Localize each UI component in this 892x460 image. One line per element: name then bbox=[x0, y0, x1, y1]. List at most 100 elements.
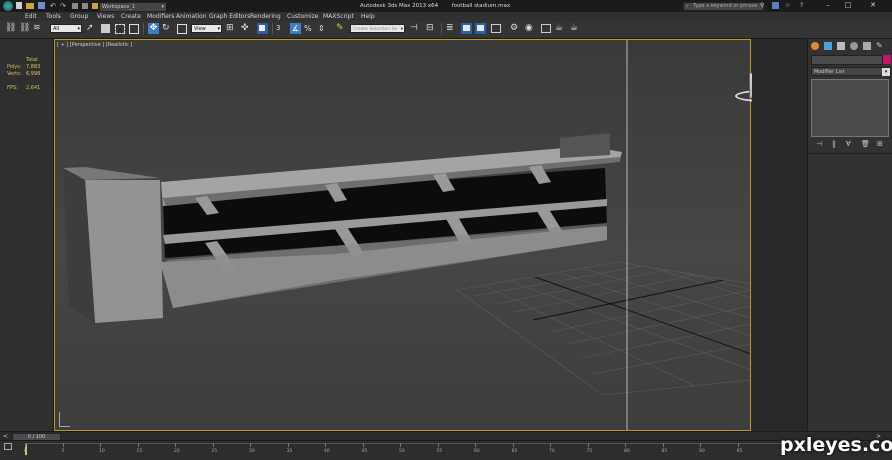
create-tab-icon[interactable] bbox=[811, 42, 819, 50]
undo-icon[interactable]: ↶ bbox=[50, 2, 56, 10]
fetch-icon[interactable] bbox=[82, 3, 88, 9]
open-file-icon[interactable] bbox=[26, 3, 34, 9]
select-and-rotate-icon[interactable]: ↻ bbox=[162, 23, 173, 34]
modify-tab-icon[interactable] bbox=[824, 42, 832, 50]
spinner-snap-icon[interactable]: ⇕ bbox=[318, 23, 329, 34]
track-bar-tick-label: 80 bbox=[624, 449, 630, 454]
render-production-icon[interactable]: ☕ bbox=[570, 23, 581, 34]
rendered-frame-window-icon[interactable]: ☕ bbox=[555, 23, 566, 34]
menu-item-maxscript[interactable]: MAXScript bbox=[323, 12, 354, 21]
motion-tab-icon[interactable] bbox=[850, 42, 858, 50]
stats-header: Total bbox=[26, 57, 38, 63]
object-name-field[interactable] bbox=[811, 55, 883, 65]
search-input[interactable]: ⌕ Type a keyword or phrase bbox=[683, 2, 764, 11]
remove-modifier-icon[interactable]: 🗑 bbox=[861, 140, 870, 148]
help-icon[interactable]: ? bbox=[800, 2, 803, 10]
bind-to-space-warp-icon[interactable]: ≋ bbox=[33, 23, 44, 34]
reference-coordinate-value: View bbox=[194, 26, 206, 32]
maximize-icon[interactable]: □ bbox=[840, 1, 856, 10]
command-panel-tabs: ✎ bbox=[808, 41, 892, 53]
track-bar-tick-label: 85 bbox=[661, 449, 668, 454]
save-file-icon[interactable] bbox=[38, 2, 45, 9]
communication-center-icon[interactable]: ☆ bbox=[785, 2, 790, 10]
menu-item-create[interactable]: Create bbox=[121, 12, 141, 21]
new-file-icon[interactable] bbox=[16, 2, 22, 9]
snaps-toggle-icon[interactable]: 3 bbox=[276, 23, 287, 34]
named-selection-placeholder: Create Selection Se bbox=[353, 27, 398, 32]
schematic-view-icon[interactable]: ⚙ bbox=[510, 23, 521, 34]
track-bar-tick bbox=[437, 443, 439, 447]
make-unique-icon[interactable]: ∀ bbox=[846, 140, 851, 148]
scene-explorer-icon[interactable] bbox=[461, 23, 472, 34]
close-icon[interactable]: ✕ bbox=[860, 1, 886, 10]
hierarchy-tab-icon[interactable] bbox=[837, 42, 845, 50]
selection-filter-dropdown[interactable]: All ▾ bbox=[50, 24, 82, 33]
render-setup-icon[interactable] bbox=[540, 23, 551, 34]
menu-item-views[interactable]: Views bbox=[97, 12, 114, 21]
subscription-icon[interactable] bbox=[772, 2, 779, 9]
viewport-stats: Total Polys: 7,883 Verts: 6,998 FPS: 2,6… bbox=[7, 57, 47, 92]
reference-coordinate-dropdown[interactable]: View ▾ bbox=[191, 24, 222, 33]
open-mini-curve-editor-icon[interactable] bbox=[4, 443, 12, 450]
menu-item-edit[interactable]: Edit bbox=[25, 12, 37, 21]
pivot-center-icon[interactable]: ⊞ bbox=[226, 23, 237, 34]
track-bar-tick bbox=[512, 443, 514, 447]
menu-item-help[interactable]: Help bbox=[361, 12, 375, 21]
named-selection-dropdown[interactable]: Create Selection Se ▾ bbox=[350, 24, 405, 33]
select-and-link-icon[interactable]: ⛓ bbox=[5, 23, 16, 34]
edit-named-selection-icon[interactable]: ✎ bbox=[336, 23, 347, 34]
menu-item-graph-editors[interactable]: Graph Editors bbox=[209, 12, 250, 21]
menu-item-tools[interactable]: Tools bbox=[46, 12, 61, 21]
track-bar-tick-label: 50 bbox=[399, 449, 405, 454]
align-icon[interactable]: ⊟ bbox=[426, 23, 437, 34]
percent-snap-icon[interactable]: % bbox=[304, 23, 315, 34]
app-logo-icon[interactable] bbox=[3, 1, 13, 11]
track-bar[interactable]: 0 5 10 15 20 25 30 35 40 45 50 55 60 65 70 75 80 85 90 95 bbox=[0, 440, 892, 460]
object-color-swatch[interactable] bbox=[883, 55, 891, 64]
minimize-icon[interactable]: – bbox=[820, 1, 836, 10]
manage-layers-icon[interactable]: ≣ bbox=[446, 23, 457, 34]
hold-icon[interactable] bbox=[72, 3, 78, 9]
select-by-name-icon[interactable] bbox=[100, 23, 111, 34]
modifier-list-label: Modifier List bbox=[814, 69, 845, 75]
window-crossing-icon[interactable] bbox=[128, 23, 139, 34]
chevron-down-icon: ▾ bbox=[400, 27, 403, 32]
chevron-down-icon: ▾ bbox=[161, 4, 164, 10]
select-and-move-icon[interactable]: ✥ bbox=[148, 23, 159, 34]
rectangular-selection-icon[interactable] bbox=[114, 23, 125, 34]
pin-stack-icon[interactable]: ⊣ bbox=[816, 140, 822, 148]
mirror-icon[interactable]: ⊣ bbox=[410, 23, 421, 34]
material-editor-icon[interactable]: ◉ bbox=[525, 23, 536, 34]
project-folder-icon[interactable] bbox=[92, 3, 98, 9]
curve-editor-icon[interactable] bbox=[490, 23, 501, 34]
workspace-dropdown[interactable]: Workspace_1 ▾ bbox=[99, 2, 167, 12]
angle-snap-icon[interactable]: ∡ bbox=[290, 23, 301, 34]
graphite-tools-icon[interactable] bbox=[475, 23, 486, 34]
menu-item-rendering[interactable]: Rendering bbox=[250, 12, 281, 21]
track-bar-tick bbox=[325, 443, 326, 447]
select-and-manipulate-icon[interactable]: ✜ bbox=[241, 23, 252, 34]
track-bar-tick bbox=[175, 443, 176, 447]
binoculars-icon[interactable]: ⚲ bbox=[760, 2, 764, 10]
utilities-tab-icon[interactable]: ✎ bbox=[876, 41, 883, 51]
configure-modifier-sets-icon[interactable]: ⊞ bbox=[877, 140, 883, 148]
menu-item-modifiers[interactable]: Modifiers bbox=[147, 12, 174, 21]
track-bar-tick bbox=[250, 443, 251, 447]
redo-icon[interactable]: ↷ bbox=[60, 2, 66, 10]
track-bar-tick bbox=[700, 443, 701, 447]
select-and-scale-icon[interactable] bbox=[176, 23, 187, 34]
modifier-list-dropdown[interactable]: Modifier List ▾ bbox=[811, 67, 891, 76]
menu-item-animation[interactable]: Animation bbox=[176, 12, 207, 21]
display-tab-icon[interactable] bbox=[863, 42, 871, 50]
track-bar-tick bbox=[62, 443, 64, 447]
menu-item-group[interactable]: Group bbox=[70, 12, 88, 21]
viewport-label[interactable]: [ + ] [Perspective ] [Realistic ] bbox=[57, 42, 132, 48]
track-bar-tick bbox=[662, 443, 664, 447]
perspective-viewport[interactable]: [ + ] [Perspective ] [Realistic ] Total … bbox=[7, 39, 791, 431]
show-end-result-icon[interactable]: ‖ bbox=[832, 140, 836, 148]
menu-item-customize[interactable]: Customize bbox=[287, 12, 319, 21]
modifier-stack[interactable] bbox=[811, 79, 889, 137]
unlink-icon[interactable]: ⛓ bbox=[19, 23, 30, 34]
keyboard-shortcut-override-icon[interactable] bbox=[257, 23, 268, 34]
select-object-icon[interactable]: ➚ bbox=[86, 23, 97, 34]
